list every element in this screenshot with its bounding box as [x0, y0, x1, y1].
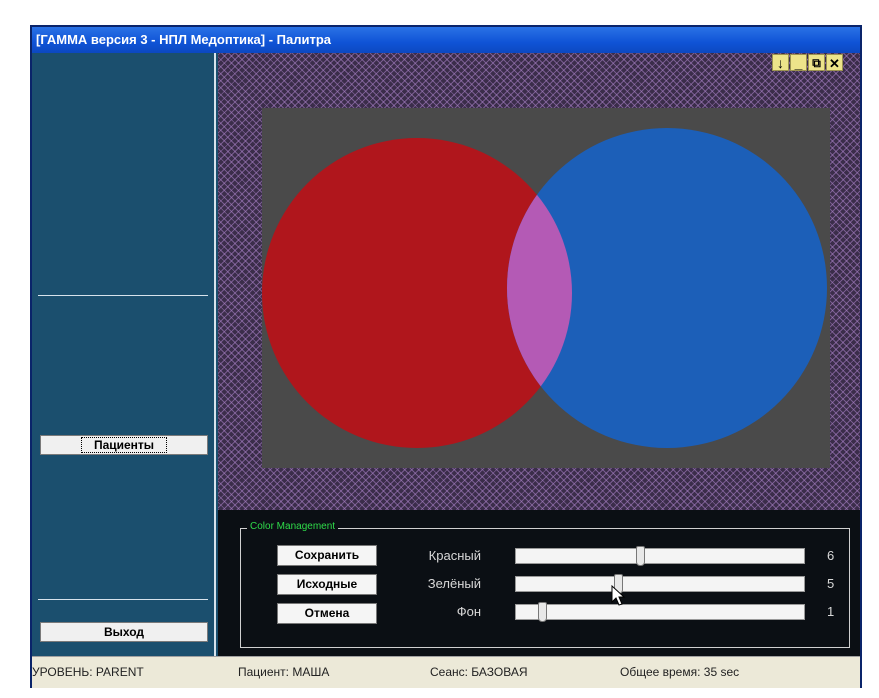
status-bar: УРОВЕНЬ: PARENT Пациент: МАША Сеанс: БАЗ… [32, 656, 860, 688]
status-level: УРОВЕНЬ: PARENT [32, 665, 144, 679]
patients-button-label: Пациенты [80, 437, 168, 453]
background-slider-thumb[interactable] [538, 602, 547, 622]
green-slider[interactable] [515, 574, 805, 594]
sidebar: Пациенты Выход [32, 53, 216, 656]
green-slider-label: Зелёный [427, 576, 481, 591]
window-title: [ГАММА версия 3 - НПЛ Медоптика] - Палит… [32, 27, 860, 53]
exit-button[interactable]: Выход [40, 622, 208, 642]
app-window: [ГАММА версия 3 - НПЛ Медоптика] - Палит… [30, 25, 862, 688]
cancel-button[interactable]: Отмена [277, 603, 377, 624]
mouse-cursor-icon [611, 585, 626, 606]
restore-icon[interactable]: ⧉ [808, 54, 825, 71]
color-management-panel: Color Management Сохранить Исходные Отме… [218, 510, 860, 656]
sidebar-divider [38, 599, 208, 600]
defaults-button[interactable]: Исходные [277, 574, 377, 595]
red-slider-value: 6 [827, 548, 835, 563]
green-slider-value: 5 [827, 576, 835, 591]
palette-stage: ↓ _ ⧉ ✕ [218, 53, 860, 510]
status-total-time: Общее время: 35 sec [620, 665, 740, 679]
red-slider[interactable] [515, 546, 805, 566]
arrow-down-icon[interactable]: ↓ [772, 54, 789, 71]
circles-drawing [262, 128, 827, 448]
patients-button[interactable]: Пациенты [40, 435, 208, 455]
status-session: Сеанс: БАЗОВАЯ [430, 665, 528, 679]
background-slider-value: 1 [827, 604, 835, 619]
color-management-legend: Color Management [247, 521, 339, 532]
background-slider[interactable] [515, 602, 805, 622]
red-slider-label: Красный [428, 548, 481, 563]
color-management-group: Color Management Сохранить Исходные Отме… [240, 521, 850, 648]
sidebar-divider [38, 295, 208, 296]
status-patient: Пациент: МАША [238, 665, 330, 679]
red-slider-thumb[interactable] [636, 546, 645, 566]
background-slider-label: Фон [456, 604, 481, 619]
save-button[interactable]: Сохранить [277, 545, 377, 566]
color-canvas [262, 108, 830, 468]
close-icon[interactable]: ✕ [826, 54, 843, 71]
minimize-icon[interactable]: _ [790, 54, 807, 71]
